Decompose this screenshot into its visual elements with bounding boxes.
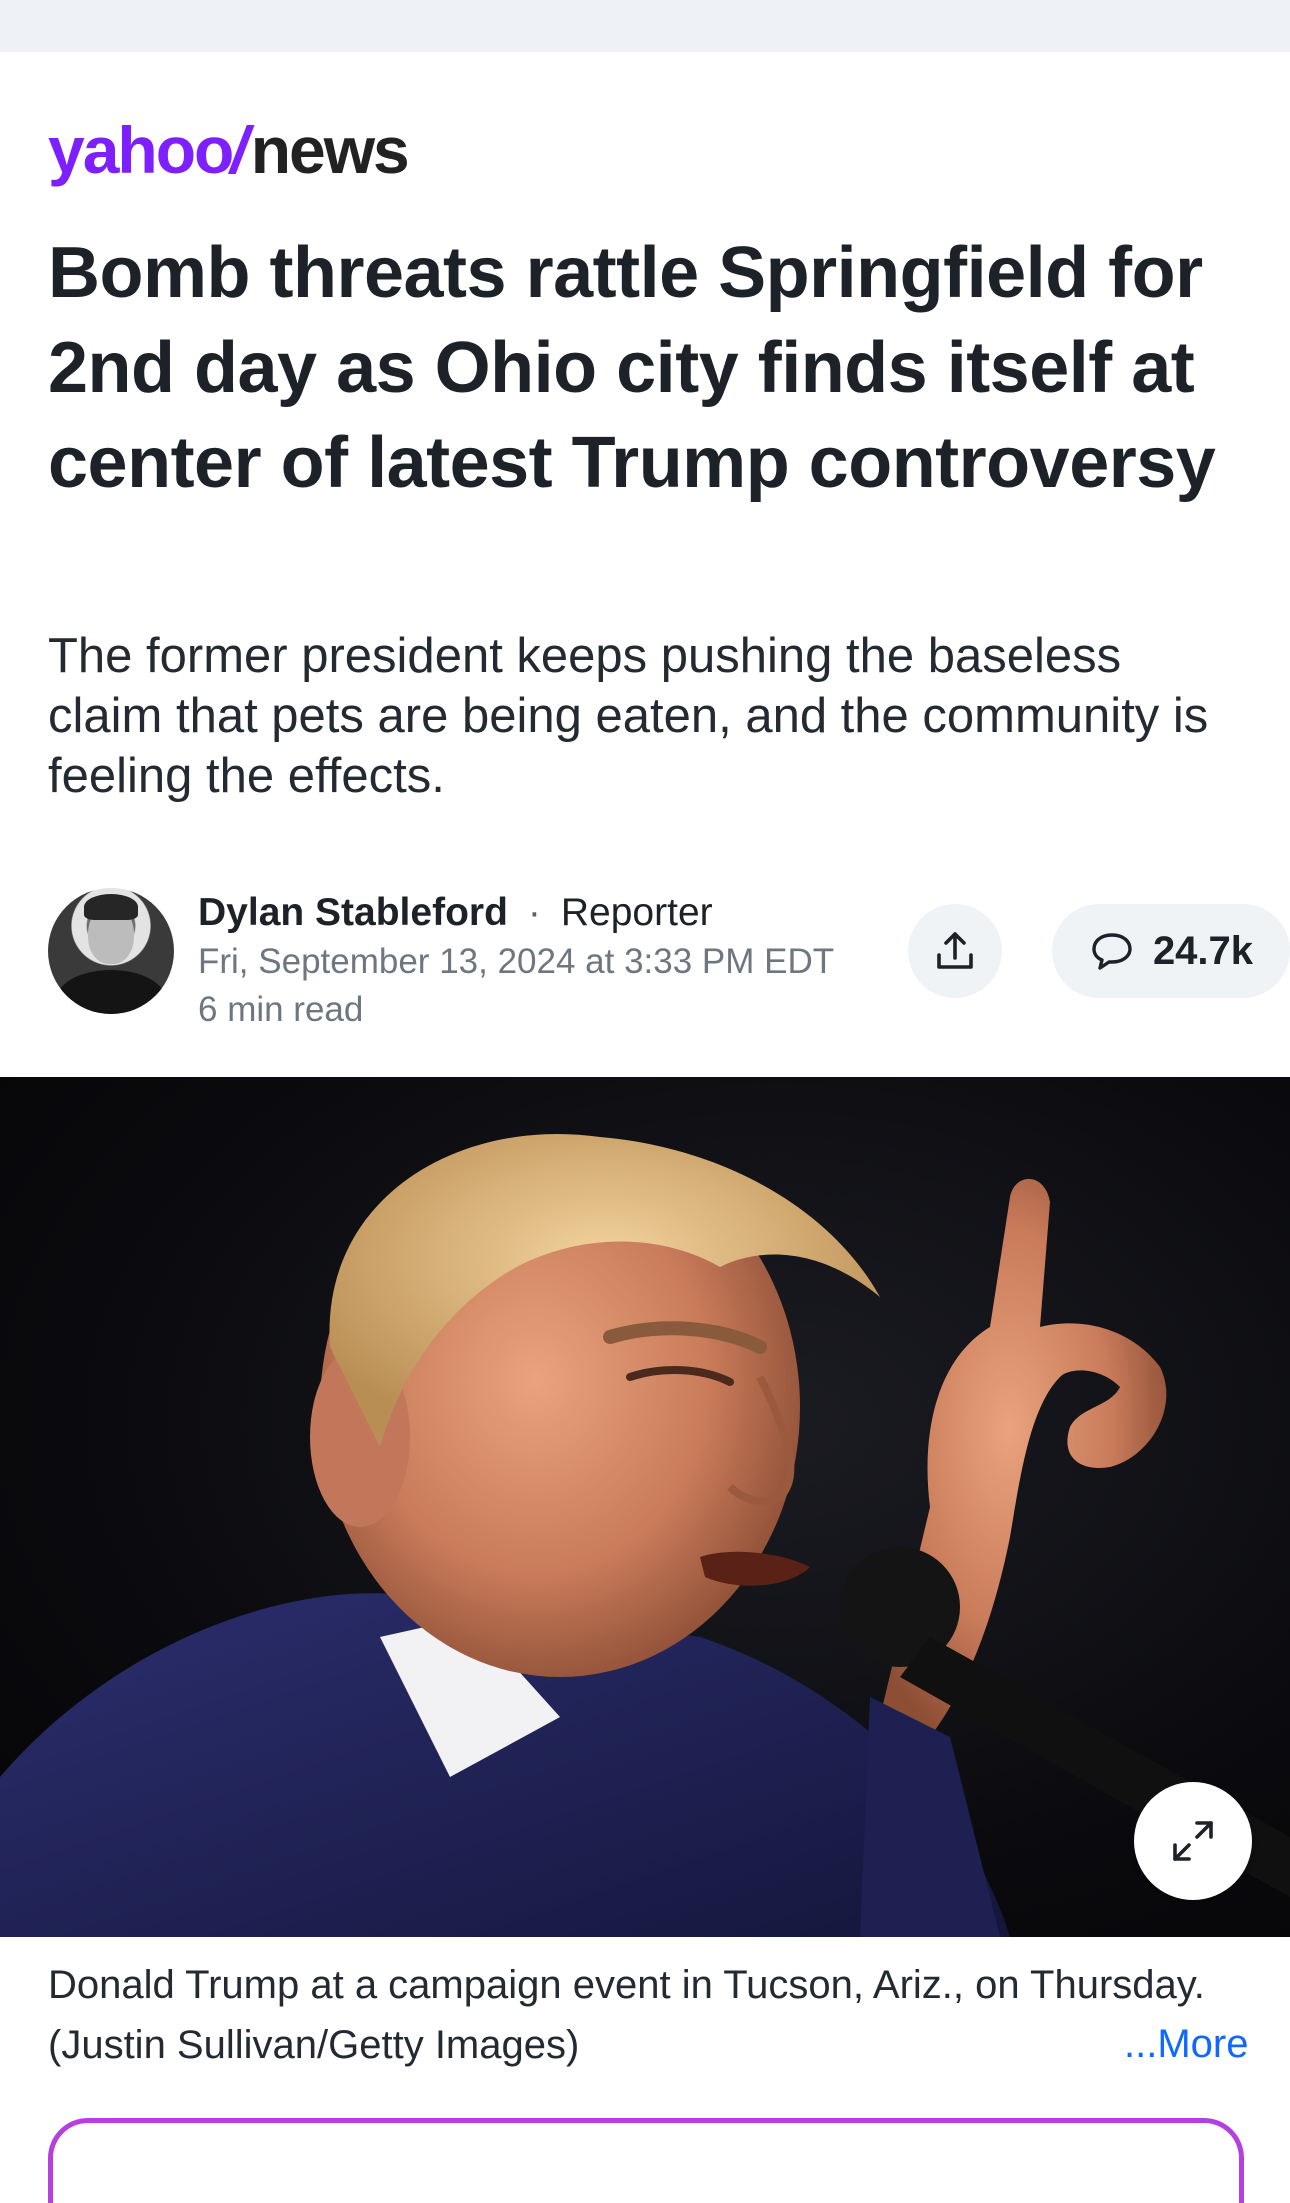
expand-image-button[interactable] bbox=[1134, 1782, 1252, 1900]
browser-top-bar bbox=[0, 0, 1290, 52]
share-icon bbox=[937, 932, 973, 969]
expand-icon bbox=[1173, 1821, 1213, 1861]
publish-date: Fri, September 13, 2024 at 3:33 PM EDT bbox=[198, 942, 835, 981]
logo-news-text: news bbox=[250, 113, 410, 187]
read-time: 6 min read bbox=[198, 990, 364, 1029]
comments-count: 24.7k bbox=[1152, 928, 1254, 973]
author-line: Dylan Stableford · Reporter bbox=[198, 888, 713, 938]
author-name[interactable]: Dylan Stableford bbox=[198, 891, 508, 934]
article-subheadline: The former president keeps pushing the b… bbox=[48, 629, 1209, 803]
author-role: Reporter bbox=[560, 891, 713, 934]
comment-bubble-icon bbox=[1092, 933, 1132, 970]
caption-more-link[interactable]: ...More bbox=[1124, 2014, 1248, 2074]
byline: Dylan Stableford · Reporter Fri, September… bbox=[48, 888, 1290, 1029]
article-hero-image[interactable] bbox=[0, 1077, 1290, 1937]
image-caption: Donald Trump at a campaign event in Tucs… bbox=[48, 1963, 1205, 2067]
logo-slash: / bbox=[230, 113, 248, 187]
comments-button[interactable]: 24.7k bbox=[1052, 904, 1290, 998]
share-button[interactable] bbox=[908, 904, 1002, 998]
hero-image-illustration bbox=[0, 1133, 1290, 1937]
logo-yahoo-text: yahoo bbox=[48, 113, 234, 187]
author-separator: · bbox=[527, 891, 541, 934]
yahoo-news-logo[interactable]: yahoo / news bbox=[48, 112, 410, 187]
author-avatar[interactable] bbox=[48, 888, 174, 1014]
article-headline: Bomb threats rattle Springfield for 2nd … bbox=[48, 233, 1216, 503]
